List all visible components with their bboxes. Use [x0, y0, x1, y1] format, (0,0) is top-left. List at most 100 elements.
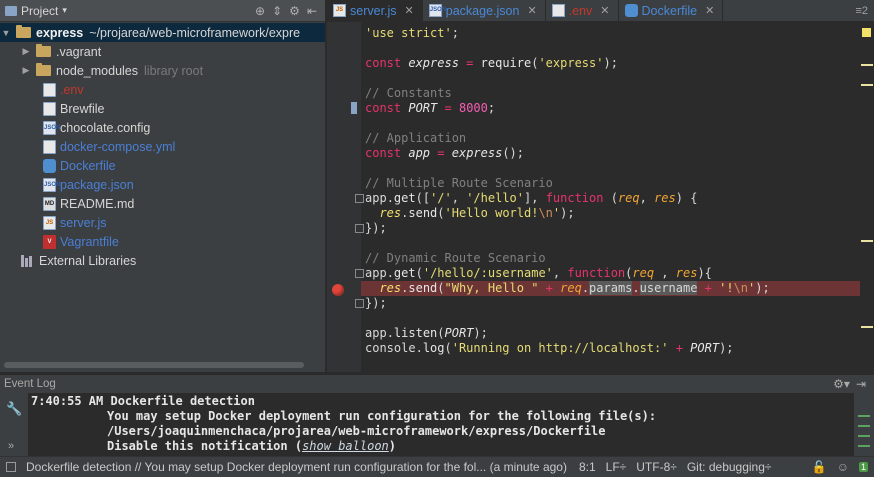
tree-item-env[interactable]: .env: [0, 80, 325, 99]
line-separator[interactable]: LF÷: [606, 460, 627, 474]
event-log-tools: ⚙▾ ⇥: [833, 377, 874, 391]
fold-icon[interactable]: [355, 269, 364, 278]
tree-item-dockerfile[interactable]: Dockerfile: [0, 156, 325, 175]
caret-position[interactable]: 8:1: [579, 460, 596, 474]
tree-item-label: README.md: [60, 196, 135, 211]
code-line: app.get(['/', '/hello'], function (req, …: [355, 191, 856, 206]
folder-icon: [36, 44, 51, 57]
hide-panel-icon[interactable]: ⇥: [856, 377, 866, 391]
editor-tabs: JS server.js ✕ JSON package.json ✕ .env …: [327, 0, 874, 22]
file-icon: [551, 4, 565, 17]
horizontal-scrollbar[interactable]: [4, 362, 304, 368]
code-line: res.send('Hello world!\n');: [379, 206, 575, 220]
inspector-icon[interactable]: ☺: [837, 460, 849, 474]
library-icon: [21, 254, 35, 267]
log-title: Dockerfile detection: [110, 394, 255, 408]
tool-windows-icon[interactable]: [6, 462, 16, 472]
fold-icon[interactable]: [355, 224, 364, 233]
tab-overflow-menu[interactable]: ≡2: [855, 0, 874, 21]
chevron-down-icon[interactable]: ▾: [62, 5, 67, 16]
event-count-badge[interactable]: 1: [858, 462, 868, 472]
js-file-icon: JS: [43, 215, 56, 230]
json-file-icon: JSON: [43, 120, 60, 135]
tree-item-label: package.json: [60, 177, 134, 192]
tree-item-label: External Libraries: [39, 253, 137, 268]
js-file-icon: JS: [333, 4, 346, 17]
code-comment: // Application: [365, 131, 467, 145]
project-panel: Project ▾ ⊕ ⇕ ⚙ ⇤ ▼ express ~/projarea/w…: [0, 0, 326, 372]
stripe-mark[interactable]: [861, 240, 873, 242]
docker-icon: [624, 4, 638, 17]
fold-icon[interactable]: [355, 299, 364, 308]
lock-icon[interactable]: 🔓: [812, 460, 827, 474]
tree-root-express[interactable]: ▼ express ~/projarea/web-microframework/…: [0, 23, 325, 42]
tree-item-note: library root: [144, 63, 204, 78]
breakpoint-icon[interactable]: [332, 284, 344, 296]
close-icon[interactable]: ✕: [705, 4, 714, 17]
status-icons: 🔓 ☺ 1: [812, 460, 874, 474]
tab-server-js[interactable]: JS server.js ✕: [327, 0, 423, 21]
code-comment: // Dynamic Route Scenario: [365, 251, 546, 265]
hide-panel-icon[interactable]: ⇤: [307, 4, 317, 18]
event-log-stripe: [854, 393, 874, 456]
code-line: console.log('Running on http://localhost…: [365, 341, 734, 355]
scroll-from-source-icon[interactable]: ⊕: [255, 4, 265, 18]
stripe-mark[interactable]: [861, 326, 873, 328]
tree-item-label: docker-compose.yml: [60, 139, 176, 154]
tree-item-brewfile[interactable]: Brewfile: [0, 99, 325, 118]
gear-icon[interactable]: ⚙▾: [833, 377, 850, 391]
tree-item-node-modules[interactable]: ▶ node_modules library root: [0, 61, 325, 80]
error-stripe[interactable]: [860, 22, 874, 372]
tree-root-name: express: [36, 25, 84, 40]
json-file-icon: JSON: [428, 4, 446, 17]
tab-label: .env: [568, 3, 593, 18]
tree-item-chocolate-config[interactable]: JSON chocolate.config: [0, 118, 325, 137]
tab-label: Dockerfile: [641, 3, 698, 18]
code-line: });: [355, 296, 856, 311]
project-panel-title[interactable]: Project: [21, 4, 58, 18]
event-log-title[interactable]: Event Log: [4, 378, 56, 390]
stripe-mark[interactable]: [861, 64, 873, 66]
code-line: app.get('/hello/:username', function(req…: [355, 266, 856, 281]
chevron-right-icon[interactable]: ▶: [20, 46, 32, 57]
folder-icon: [36, 63, 51, 76]
code-line: });: [355, 221, 856, 236]
collapse-all-icon[interactable]: ⇕: [272, 4, 282, 18]
stripe-mark[interactable]: [861, 84, 873, 86]
tree-item-vagrant[interactable]: ▶ .vagrant: [0, 42, 325, 61]
chevron-down-icon[interactable]: ▼: [0, 28, 12, 38]
fold-icon[interactable]: [355, 194, 364, 203]
tab-dockerfile[interactable]: Dockerfile ✕: [619, 0, 724, 21]
tab-env[interactable]: .env ✕: [546, 0, 619, 21]
tree-item-readme[interactable]: MD README.md: [0, 194, 325, 213]
tree-item-docker-compose[interactable]: docker-compose.yml: [0, 137, 325, 156]
close-icon[interactable]: ✕: [527, 4, 536, 17]
file-icon: [43, 101, 56, 116]
code-line: const express = require('express');: [365, 56, 618, 70]
expand-icon[interactable]: »: [8, 440, 14, 452]
code-area[interactable]: 'use strict'; const express = require('e…: [355, 22, 862, 372]
tree-item-package-json[interactable]: JSON package.json: [0, 175, 325, 194]
vcs-branch[interactable]: Git: debugging÷: [687, 460, 772, 474]
code-line-breakpoint: res.send("Why, Hello " + req.params.user…: [361, 281, 862, 296]
code-comment: // Multiple Route Scenario: [365, 176, 553, 190]
vagrant-icon: V: [43, 234, 56, 249]
status-bar: Dockerfile detection // You may setup Do…: [0, 456, 874, 477]
file-icon: [43, 82, 56, 97]
code-comment: // Constants: [365, 86, 452, 100]
status-message[interactable]: Dockerfile detection // You may setup Do…: [26, 460, 567, 474]
tree-item-server-js[interactable]: JS server.js: [0, 213, 325, 232]
file-encoding[interactable]: UTF-8÷: [636, 460, 677, 474]
show-balloon-link[interactable]: show balloon: [302, 439, 389, 453]
wrench-icon[interactable]: 🔧: [6, 401, 22, 417]
tree-item-vagrantfile[interactable]: V Vagrantfile: [0, 232, 325, 251]
inspection-status-icon[interactable]: [862, 28, 871, 37]
close-icon[interactable]: ✕: [600, 4, 609, 17]
gear-icon[interactable]: ⚙: [289, 4, 300, 18]
chevron-right-icon[interactable]: ▶: [20, 65, 32, 76]
tree-item-external-libraries[interactable]: External Libraries: [0, 251, 325, 270]
close-icon[interactable]: ✕: [405, 4, 414, 17]
tab-package-json[interactable]: JSON package.json ✕: [423, 0, 546, 21]
json-file-icon: JSON: [43, 177, 60, 192]
tree-item-label: server.js: [60, 215, 107, 230]
